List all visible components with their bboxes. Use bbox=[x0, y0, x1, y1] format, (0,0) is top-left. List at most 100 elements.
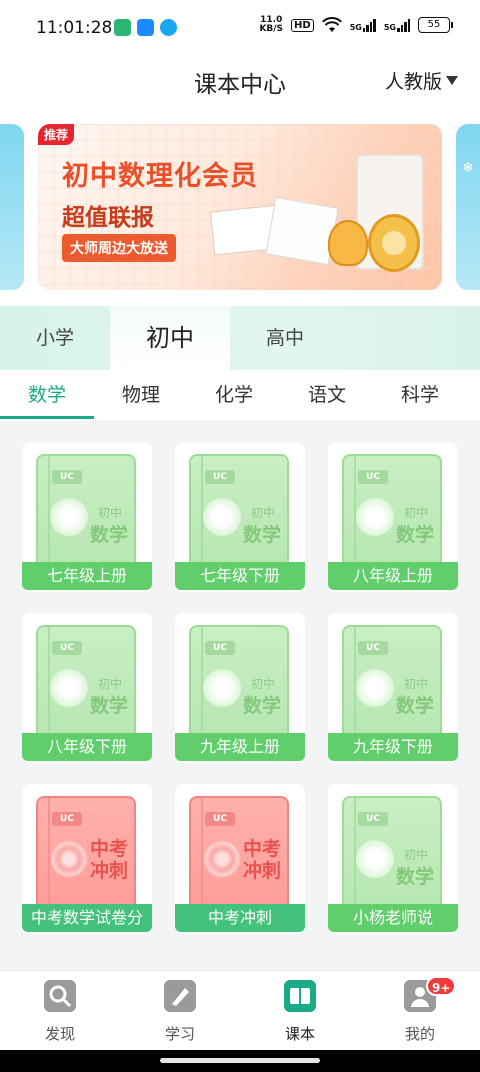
nav-label: 发现 bbox=[44, 1025, 75, 1043]
book-card[interactable]: UC 初中 数学 七年级上册 bbox=[22, 442, 152, 592]
book-card[interactable]: UC 初中 数学 小杨老师说 bbox=[328, 784, 458, 934]
book-label: 九年级上册 bbox=[175, 733, 305, 761]
tab-junior-high[interactable]: 初中 bbox=[110, 306, 230, 370]
cover-circle-icon bbox=[356, 498, 394, 536]
publisher-logo-icon: UC bbox=[358, 812, 388, 826]
tab-math[interactable]: 数学 bbox=[0, 370, 94, 420]
book-cover: UC 初中 数学 bbox=[342, 625, 442, 745]
nav-profile[interactable]: 9+ 我的 bbox=[360, 971, 480, 1051]
cover-circle-icon bbox=[50, 669, 88, 707]
edition-selector[interactable]: 人教版 bbox=[385, 67, 458, 94]
book-label: 中考数学试卷分 bbox=[22, 904, 152, 932]
tab-chemistry[interactable]: 化学 bbox=[187, 370, 281, 420]
tab-science[interactable]: 科学 bbox=[373, 370, 467, 420]
header: 课本中心 人教版 bbox=[0, 56, 480, 114]
tab-chinese[interactable]: 语文 bbox=[280, 370, 374, 420]
tab-physics[interactable]: 物理 bbox=[94, 370, 188, 420]
active-tab-indicator bbox=[0, 416, 94, 419]
publisher-logo-icon: UC bbox=[205, 641, 235, 655]
cover-subject: 数学 bbox=[396, 524, 435, 546]
publisher-logo-icon: UC bbox=[52, 470, 82, 484]
banner-promo-pill: 大师周边大放送 bbox=[62, 234, 176, 262]
book-card[interactable]: UC 初中 数学 八年级下册 bbox=[22, 613, 152, 763]
subject-tabs: 数学 物理 化学 语文 科学 bbox=[0, 370, 480, 420]
cover-stage: 初中 bbox=[98, 506, 123, 520]
cover-subject: 数学 bbox=[90, 695, 129, 717]
hd-icon: HD bbox=[291, 18, 314, 32]
banner-carousel[interactable]: ❄ 推荐 初中数理化会员 超值联报 大师周边大放送 bbox=[0, 114, 480, 306]
cell-signal-icon: 5G bbox=[383, 18, 410, 32]
nav-label: 学习 bbox=[164, 1025, 195, 1043]
cover-circle-icon bbox=[50, 498, 88, 536]
cover-exam-line: 冲刺 bbox=[90, 860, 129, 882]
banner-subtitle: 超值联报 bbox=[62, 205, 154, 231]
cover-circle-icon bbox=[203, 669, 241, 707]
cover-stage: 初中 bbox=[98, 677, 123, 691]
cover-stage: 初中 bbox=[404, 677, 429, 691]
promo-banner[interactable]: 推荐 初中数理化会员 超值联报 大师周边大放送 bbox=[38, 124, 442, 290]
status-time: 11:01:28 bbox=[36, 18, 113, 38]
publisher-logo-icon: UC bbox=[358, 641, 388, 655]
tab-senior-high[interactable]: 高中 bbox=[230, 306, 340, 370]
app-notification-icon bbox=[137, 19, 154, 36]
cover-circle-icon bbox=[203, 498, 241, 536]
nav-label: 我的 bbox=[404, 1025, 435, 1043]
mascot-illustration bbox=[328, 220, 368, 266]
bottom-nav: 发现 学习 课本 9+ 我的 bbox=[0, 970, 480, 1050]
net-speed: 11.0 KB/S bbox=[259, 16, 283, 34]
discover-icon bbox=[44, 980, 76, 1012]
book-card[interactable]: UC 初中 数学 九年级下册 bbox=[328, 613, 458, 763]
book-card[interactable]: UC 初中 数学 八年级上册 bbox=[328, 442, 458, 592]
cover-stage: 初中 bbox=[251, 506, 276, 520]
book-cover: UC 初中 数学 bbox=[189, 454, 289, 574]
cover-subject: 数学 bbox=[396, 866, 435, 888]
status-app-icons bbox=[114, 19, 177, 36]
nav-textbook[interactable]: 课本 bbox=[240, 971, 360, 1051]
battery-icon: 55 bbox=[418, 17, 453, 33]
signal-label: 5G bbox=[383, 22, 396, 32]
papers-illustration bbox=[265, 196, 339, 266]
caret-down-icon bbox=[446, 76, 458, 85]
publisher-logo-icon: UC bbox=[205, 470, 235, 484]
wifi-icon bbox=[321, 17, 342, 32]
gesture-bar-area bbox=[0, 1050, 480, 1072]
book-card[interactable]: UC 中考 冲刺 中考冲刺 bbox=[175, 784, 305, 934]
tab-primary[interactable]: 小学 bbox=[0, 306, 110, 370]
book-cover: UC 初中 数学 bbox=[36, 625, 136, 745]
cover-subject: 数学 bbox=[90, 524, 129, 546]
book-cover: UC 初中 数学 bbox=[342, 454, 442, 574]
publisher-logo-icon: UC bbox=[52, 812, 82, 826]
home-indicator[interactable] bbox=[160, 1058, 320, 1063]
cover-subject: 数学 bbox=[243, 695, 282, 717]
cover-exam-line: 冲刺 bbox=[243, 860, 282, 882]
book-cover: UC 中考 冲刺 bbox=[36, 796, 136, 916]
book-cover: UC 初中 数学 bbox=[342, 796, 442, 916]
book-label: 八年级下册 bbox=[22, 733, 152, 761]
net-speed-unit: KB/S bbox=[259, 24, 284, 34]
cover-circle-icon bbox=[356, 840, 394, 878]
banner-next-peek[interactable]: ❄ bbox=[456, 124, 480, 290]
edition-label: 人教版 bbox=[384, 71, 442, 93]
status-indicators: 11.0 KB/S HD 5G 5G 55 bbox=[259, 16, 453, 34]
banner-prev-peek[interactable] bbox=[0, 124, 24, 290]
nav-study[interactable]: 学习 bbox=[120, 971, 240, 1051]
lion-mascot-illustration bbox=[368, 214, 420, 272]
recommend-tag: 推荐 bbox=[38, 124, 75, 145]
cover-stage: 初中 bbox=[404, 848, 429, 862]
cover-subject: 数学 bbox=[243, 524, 282, 546]
book-card[interactable]: UC 初中 数学 七年级下册 bbox=[175, 442, 305, 592]
book-cover: UC 初中 数学 bbox=[189, 625, 289, 745]
qq-icon bbox=[160, 19, 177, 36]
cell-signal-icon: 5G bbox=[349, 18, 376, 32]
book-card[interactable]: UC 中考 冲刺 中考数学试卷分 bbox=[22, 784, 152, 934]
book-card[interactable]: UC 初中 数学 九年级上册 bbox=[175, 613, 305, 763]
nav-label: 课本 bbox=[284, 1025, 315, 1043]
target-icon bbox=[203, 840, 241, 878]
cover-circle-icon bbox=[356, 669, 394, 707]
study-icon bbox=[164, 980, 196, 1012]
signal-label: 5G bbox=[349, 22, 362, 32]
cover-subject: 数学 bbox=[396, 695, 435, 717]
snowflake-icon: ❄ bbox=[462, 160, 474, 176]
book-label: 九年级下册 bbox=[328, 733, 458, 761]
nav-discover[interactable]: 发现 bbox=[0, 971, 120, 1051]
